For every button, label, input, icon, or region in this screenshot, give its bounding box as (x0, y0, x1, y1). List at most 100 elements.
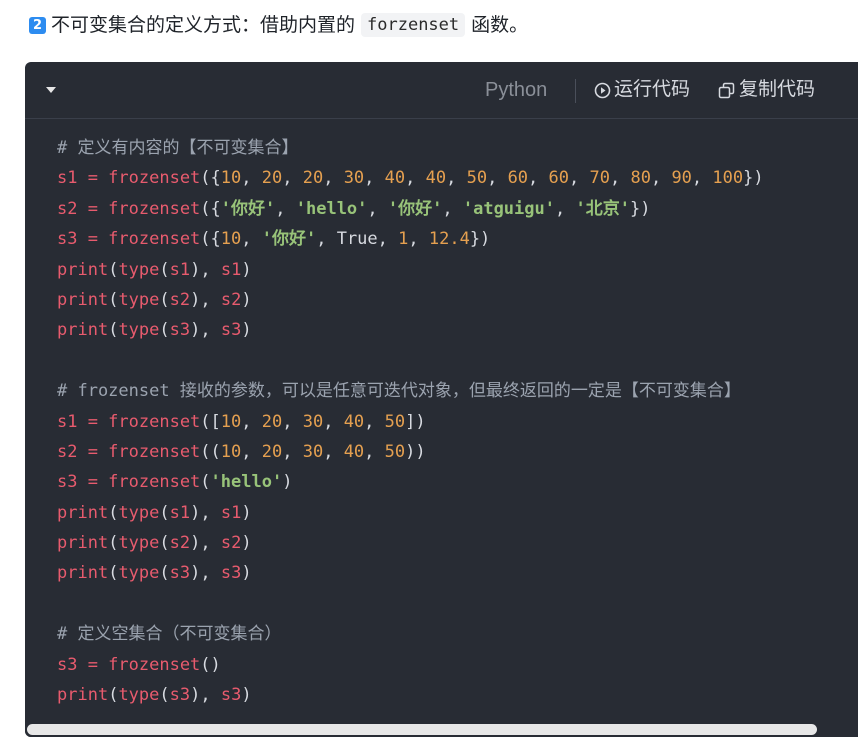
code-token: , (446, 168, 467, 189)
code-token: s2 (220, 533, 242, 554)
code-line: s2 = frozenset({'你好', 'hello', '你好', 'at… (57, 194, 764, 224)
code-token: s1 (220, 259, 242, 280)
code-token: # 定义有内容的【不可变集合】 (57, 138, 299, 158)
code-token: , (364, 168, 385, 189)
code-line: s3 = frozenset({10, '你好', True, 1, 12.4}… (57, 224, 764, 254)
code-token: 10 (220, 411, 242, 432)
code-token: 20 (302, 168, 324, 189)
code-line: s3 = frozenset('hello') (57, 467, 764, 497)
run-code-label: 运行代码 (614, 79, 691, 100)
code-token: s2 (169, 533, 191, 554)
code-token: ), (190, 289, 221, 310)
code-line: s1 = frozenset({10, 20, 20, 30, 40, 40, … (57, 163, 764, 193)
code-token: ({ (200, 229, 221, 250)
code-token: 40 (425, 168, 447, 189)
code-token: s1 = frozenset (57, 168, 201, 189)
code-token: '你好' (261, 229, 317, 250)
code-token: ) (241, 502, 252, 523)
code-token: ) (241, 320, 252, 341)
code-token: , (691, 168, 713, 189)
code-token: ), (190, 259, 221, 280)
code-line: print(type(s2), s2) (57, 285, 764, 315)
code-token: 20 (261, 411, 283, 432)
code-token: , (323, 168, 344, 189)
code-token: , (241, 229, 262, 250)
code-line: s2 = frozenset((10, 20, 30, 40, 50)) (57, 437, 764, 467)
horizontal-scrollbar[interactable] (25, 722, 858, 737)
code-token: 10 (220, 168, 242, 189)
code-token: ) (241, 533, 252, 554)
code-token: 20 (261, 168, 283, 189)
code-token: , (528, 168, 549, 189)
code-line: print(type(s3), s3) (57, 680, 764, 710)
code-line: print(type(s2), s2) (57, 528, 764, 558)
code-token: ) (282, 472, 293, 493)
code-token: s2 (169, 289, 191, 310)
code-token: , (364, 441, 385, 462)
copy-code-button[interactable]: 复制代码 (718, 78, 815, 102)
code-token: ), (190, 320, 221, 341)
number-badge: 2 (29, 16, 46, 34)
code-token: ) (241, 563, 252, 584)
code-token: '你好' (387, 198, 443, 219)
code-token: }) (469, 229, 491, 250)
code-token: print (57, 320, 109, 341)
code-token: s3 = frozenset (57, 229, 201, 250)
code-token: ( (159, 685, 170, 706)
code-token: 90 (671, 168, 692, 189)
code-token: s3 = frozenset (57, 472, 201, 493)
code-token: s3 (169, 320, 191, 341)
code-token: ( (159, 563, 170, 584)
code-token: () (200, 654, 221, 675)
code-token: 30 (343, 168, 365, 189)
code-token: ), (190, 502, 221, 523)
code-body: # 定义有内容的【不可变集合】 s1 = frozenset({10, 20, 2… (57, 133, 764, 710)
code-token: , (609, 168, 631, 189)
code-token: , (275, 198, 296, 219)
code-token: 60 (507, 168, 529, 189)
code-token: }) (629, 198, 651, 219)
code-token: ) (241, 289, 252, 310)
scrollbar-thumb[interactable] (27, 724, 817, 735)
code-token: ) (241, 259, 252, 280)
code-token: 20 (261, 441, 283, 462)
code-token: '北京' (575, 198, 630, 219)
code-token: 'hello' (210, 472, 283, 493)
code-token: ( (159, 533, 170, 554)
code-token: 50 (384, 441, 406, 462)
code-token: 80 (630, 168, 651, 189)
code-token: ), (190, 533, 221, 554)
code-token: , (367, 198, 388, 219)
code-token: s2 = frozenset (57, 441, 201, 462)
code-token: s3 = frozenset (57, 654, 201, 675)
code-line: s3 = frozenset() (57, 650, 764, 680)
code-token: ( (159, 259, 170, 280)
code-token: ( (108, 502, 119, 523)
code-line: print(type(s3), s3) (57, 558, 764, 588)
code-token: type (118, 502, 160, 523)
code-token: type (118, 320, 160, 341)
code-token: ]) (405, 411, 426, 432)
run-code-button[interactable]: 运行代码 (594, 78, 690, 102)
code-token: 1 (398, 229, 409, 250)
code-token: , (569, 168, 590, 189)
code-token: , (405, 168, 426, 189)
code-token: s3 (220, 320, 242, 341)
code-token: 10 (220, 441, 242, 462)
code-token: ( (108, 533, 119, 554)
code-token: s1 (169, 259, 191, 280)
heading-text: 不可变集合的定义方式：借助内置的 (51, 14, 356, 36)
code-token: s3 (169, 563, 191, 584)
code-token: ({ (200, 168, 221, 189)
code-token: , (323, 441, 344, 462)
code-token: }) (743, 168, 764, 189)
caret-down-icon[interactable] (46, 87, 56, 93)
code-line: print(type(s1), s1) (57, 498, 764, 528)
code-token: # frozenset 接收的参数，可以是任意可迭代对象，但最终返回的一定是【不… (57, 381, 741, 402)
code-token: , (241, 168, 262, 189)
code-token: s3 (220, 563, 242, 584)
code-token: , (241, 441, 262, 462)
play-circle-icon (594, 82, 611, 98)
